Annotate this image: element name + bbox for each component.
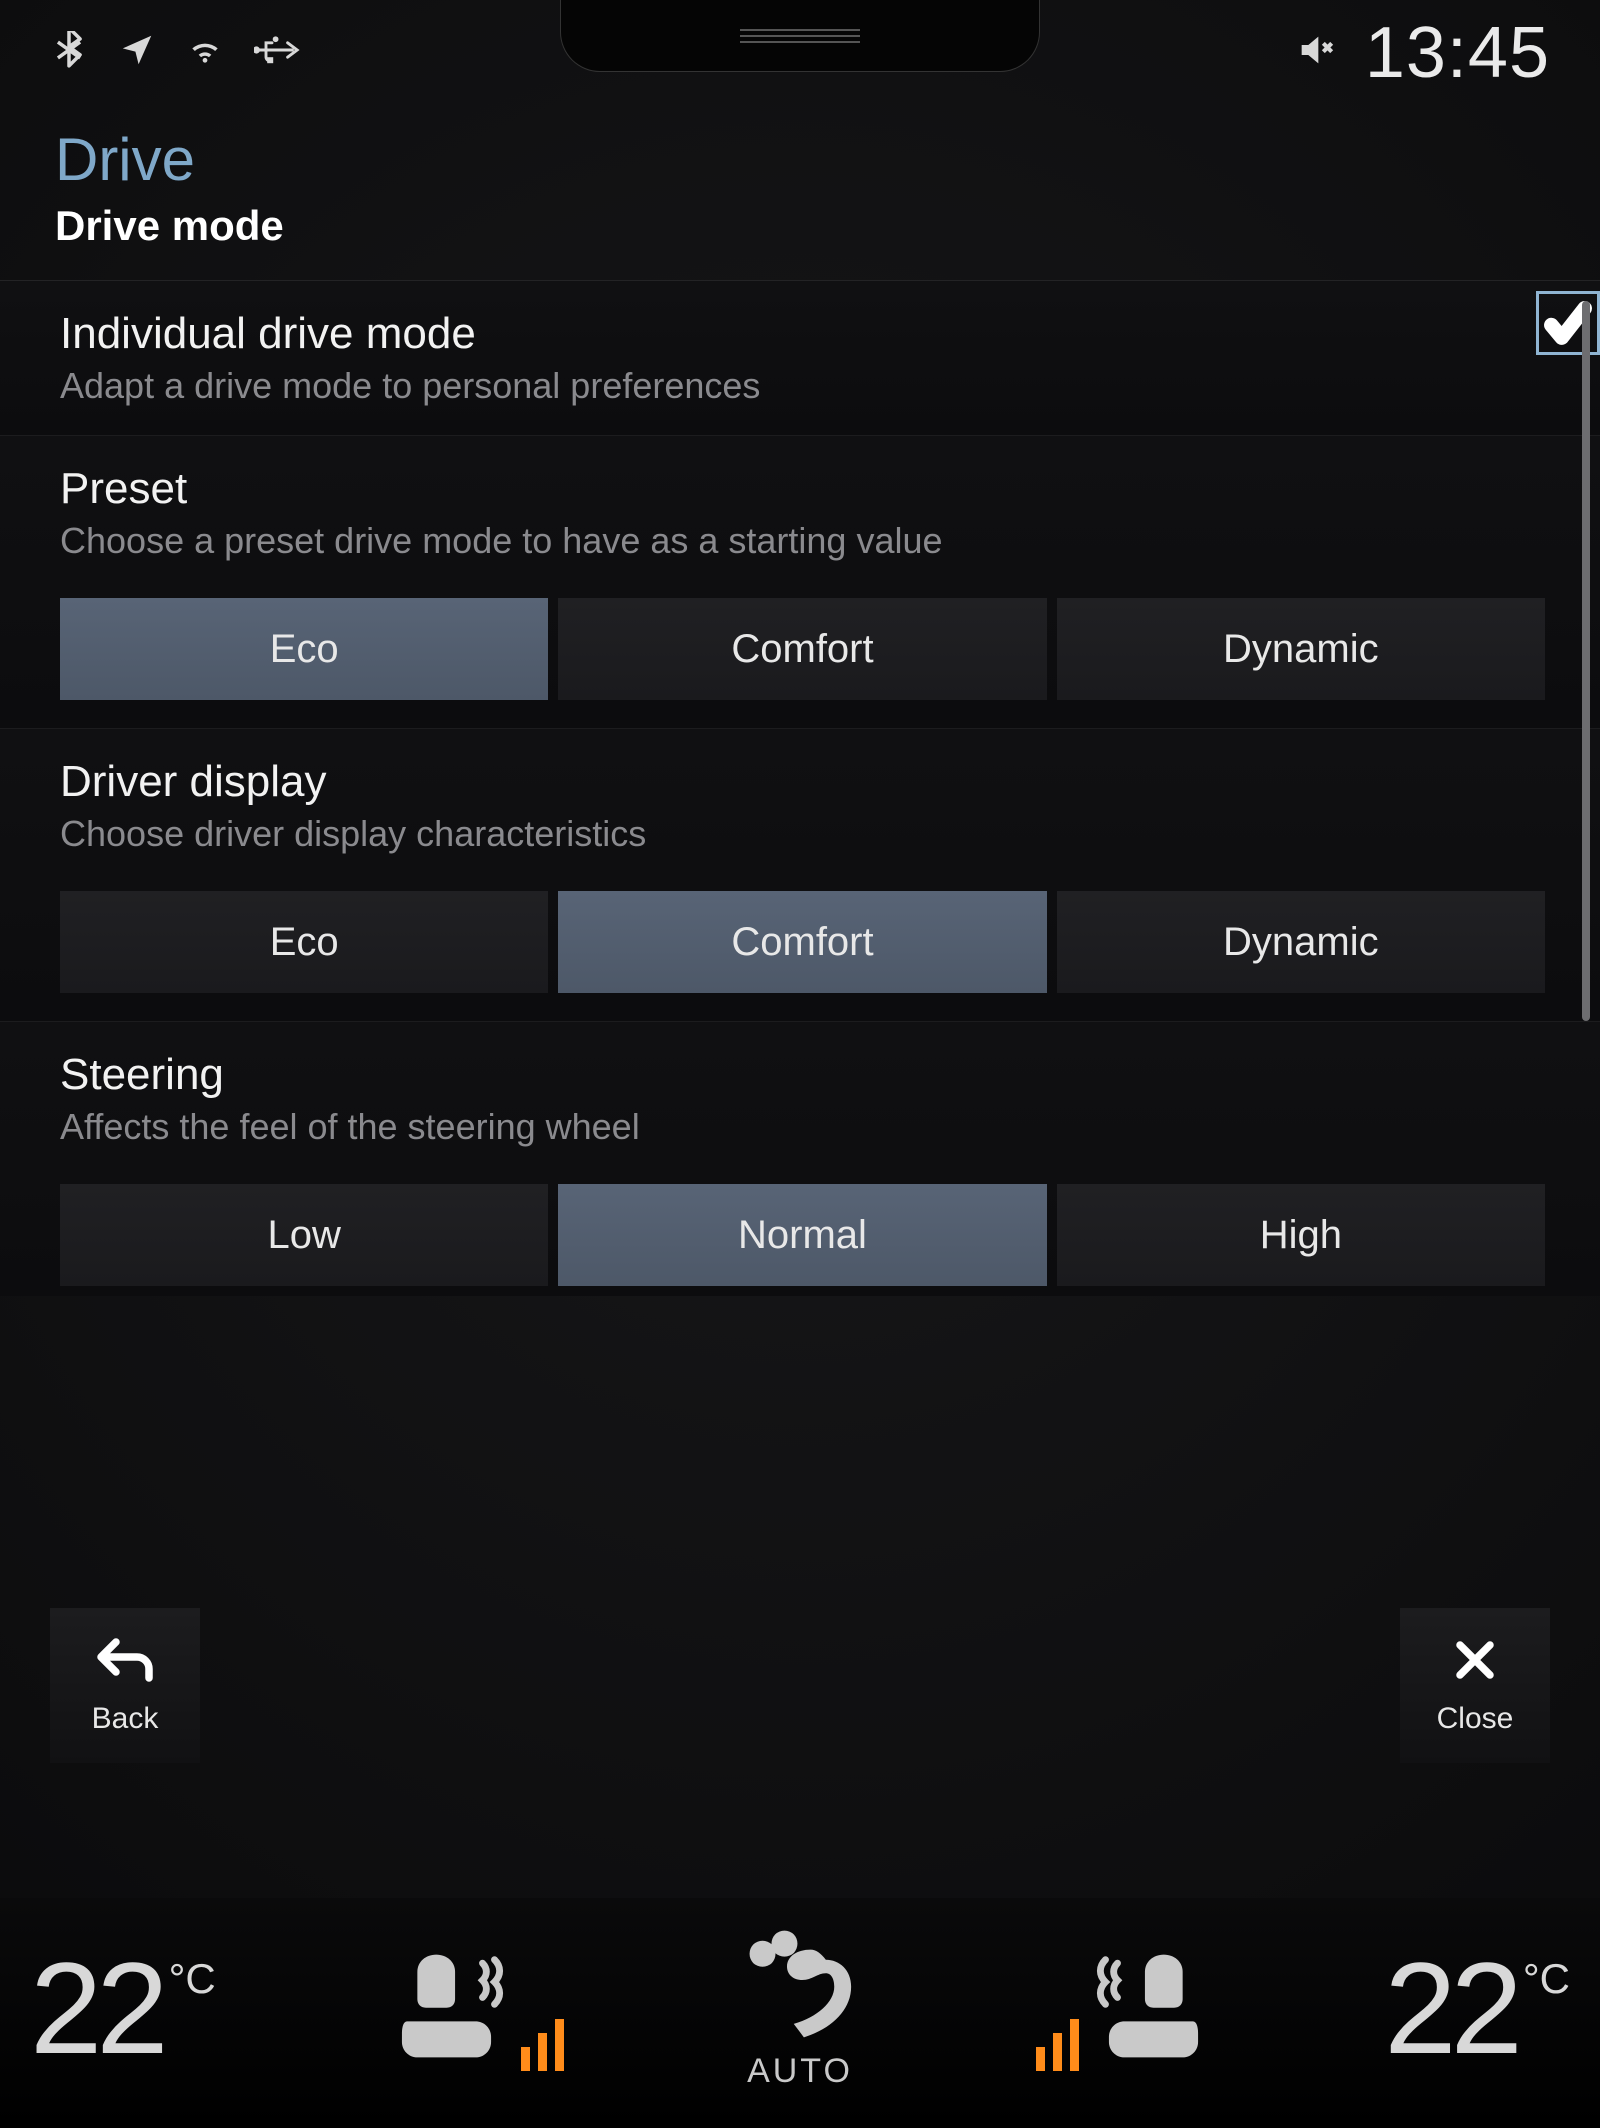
steering-option-low[interactable]: Low: [60, 1184, 548, 1286]
usb-icon: [254, 33, 302, 72]
heat-level-bars: [1036, 2017, 1079, 2071]
seat-heat-icon: [384, 1946, 509, 2071]
fan-icon: [733, 1925, 868, 2050]
back-icon: [95, 1636, 155, 1692]
display-option-dynamic[interactable]: Dynamic: [1057, 891, 1545, 993]
breadcrumb[interactable]: Drive: [55, 125, 1545, 194]
location-icon: [118, 31, 156, 74]
temp-unit: °C: [169, 1955, 216, 2003]
driver-temp-value: 22: [30, 1943, 163, 2073]
preset-option-comfort[interactable]: Comfort: [558, 598, 1046, 700]
back-button[interactable]: Back: [50, 1608, 200, 1763]
back-label: Back: [92, 1702, 159, 1736]
settings-list: Individual drive mode Adapt a drive mode…: [0, 281, 1600, 1621]
row-desc: Choose a preset drive mode to have as a …: [60, 520, 1545, 562]
heat-level-bars: [521, 2017, 564, 2071]
top-handle[interactable]: [560, 0, 1040, 72]
steering-option-normal[interactable]: Normal: [558, 1184, 1046, 1286]
seat-heat-icon: [1091, 1946, 1216, 2071]
row-desc: Choose driver display characteristics: [60, 813, 1545, 855]
row-steering: Steering Affects the feel of the steerin…: [0, 1022, 1600, 1296]
display-option-eco[interactable]: Eco: [60, 891, 548, 993]
climate-bar: 22 °C AUTO: [0, 1898, 1600, 2128]
row-individual-drive-mode[interactable]: Individual drive mode Adapt a drive mode…: [0, 281, 1600, 436]
driver-display-segmented: Eco Comfort Dynamic: [60, 891, 1545, 993]
individual-drive-mode-checkbox[interactable]: [1536, 291, 1600, 355]
temp-unit: °C: [1523, 1955, 1570, 2003]
row-title: Individual drive mode: [60, 309, 1545, 359]
steering-option-high[interactable]: High: [1057, 1184, 1545, 1286]
mute-icon: [1295, 30, 1335, 75]
row-title: Steering: [60, 1050, 1545, 1100]
row-preset: Preset Choose a preset drive mode to hav…: [0, 436, 1600, 729]
driver-seat-heat[interactable]: [384, 1946, 564, 2071]
row-title: Preset: [60, 464, 1545, 514]
close-icon: [1445, 1636, 1505, 1692]
close-button[interactable]: Close: [1400, 1608, 1550, 1763]
row-title: Driver display: [60, 757, 1545, 807]
display-option-comfort[interactable]: Comfort: [558, 891, 1046, 993]
page-header: Drive Drive mode: [0, 105, 1600, 281]
row-desc: Adapt a drive mode to personal preferenc…: [60, 365, 1545, 407]
preset-segmented: Eco Comfort Dynamic: [60, 598, 1545, 700]
climate-mode-label: AUTO: [747, 2052, 853, 2091]
bluetooth-icon: [50, 31, 88, 74]
preset-option-eco[interactable]: Eco: [60, 598, 548, 700]
clock: 13:45: [1365, 12, 1550, 94]
close-label: Close: [1437, 1702, 1514, 1736]
preset-option-dynamic[interactable]: Dynamic: [1057, 598, 1545, 700]
row-desc: Affects the feel of the steering wheel: [60, 1106, 1545, 1148]
wifi-icon: [186, 31, 224, 74]
driver-temp[interactable]: 22 °C: [30, 1943, 216, 2073]
passenger-seat-heat[interactable]: [1036, 1946, 1216, 2071]
status-bar: 13:45: [0, 0, 1600, 105]
status-icons-left: [50, 31, 302, 74]
row-driver-display: Driver display Choose driver display cha…: [0, 729, 1600, 1022]
climate-mode[interactable]: AUTO: [733, 1925, 868, 2091]
passenger-temp[interactable]: 22 °C: [1384, 1943, 1570, 2073]
passenger-temp-value: 22: [1384, 1943, 1517, 2073]
steering-segmented: Low Normal High: [60, 1184, 1545, 1286]
scrollbar[interactable]: [1582, 301, 1590, 1021]
page-title: Drive mode: [55, 202, 1545, 250]
